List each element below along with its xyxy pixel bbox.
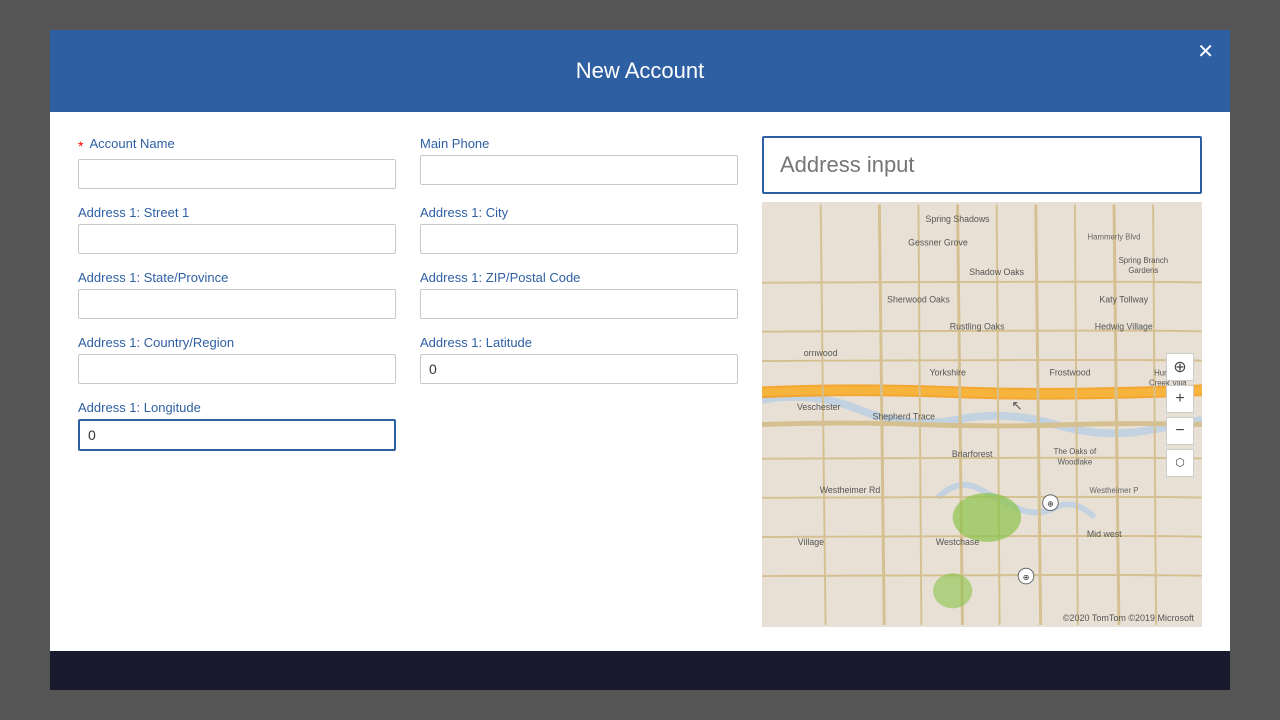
street1-input[interactable] [78,224,396,254]
row-state-zip: Address 1: State/Province Address 1: ZIP… [78,270,738,319]
main-phone-group: Main Phone [420,136,738,189]
map-attribution: ©2020 TomTom ©2019 Microsoft [1063,613,1194,623]
svg-text:Gardens: Gardens [1128,266,1158,275]
svg-text:Shadow Oaks: Shadow Oaks [969,267,1024,277]
country-label: Address 1: Country/Region [78,335,396,350]
svg-text:Village: Village [798,537,824,547]
svg-text:⊕: ⊕ [1023,573,1030,582]
svg-text:Spring Shadows: Spring Shadows [926,214,991,224]
zoom-in-button[interactable]: + [1166,385,1194,413]
longitude-group: Address 1: Longitude [78,400,396,451]
new-account-modal: New Account ✕ * Account Name Main Phone [50,30,1230,690]
svg-text:Hedwig Village: Hedwig Village [1095,322,1153,332]
main-phone-label: Main Phone [420,136,738,151]
svg-text:Veschester: Veschester [797,402,841,412]
city-group: Address 1: City [420,205,738,254]
row-street-city: Address 1: Street 1 Address 1: City [78,205,738,254]
svg-text:Westchase: Westchase [936,537,979,547]
map-settings-button[interactable]: ⬡ [1166,449,1194,477]
svg-text:Hammerly Blvd: Hammerly Blvd [1088,233,1141,242]
close-button[interactable]: ✕ [1197,42,1214,62]
street1-group: Address 1: Street 1 [78,205,396,254]
zoom-out-button[interactable]: − [1166,417,1194,445]
map-controls: ⊕ + − ⬡ [1166,353,1194,477]
state-group: Address 1: State/Province [78,270,396,319]
state-input[interactable] [78,289,396,319]
svg-text:Mid west: Mid west [1087,529,1122,539]
street1-label: Address 1: Street 1 [78,205,396,220]
svg-text:ornwood: ornwood [804,348,838,358]
zip-label: Address 1: ZIP/Postal Code [420,270,738,285]
svg-text:Shepherd Trace: Shepherd Trace [872,412,935,422]
svg-text:Westheimer P: Westheimer P [1090,486,1139,495]
svg-text:Sherwood Oaks: Sherwood Oaks [887,294,950,304]
modal-title: New Account [576,58,704,83]
map-container: ⊕ ⊕ Spring Shadows Gessner Grove Hammerl… [762,202,1202,627]
svg-text:Spring Branch: Spring Branch [1119,256,1169,265]
map-section: ⊕ ⊕ Spring Shadows Gessner Grove Hammerl… [762,136,1202,627]
city-label: Address 1: City [420,205,738,220]
latitude-group: Address 1: Latitude [420,335,738,384]
zip-input[interactable] [420,289,738,319]
svg-text:Rustling Oaks: Rustling Oaks [950,322,1005,332]
modal-header: New Account ✕ [50,30,1230,112]
longitude-label: Address 1: Longitude [78,400,396,415]
zip-group: Address 1: ZIP/Postal Code [420,270,738,319]
address-input[interactable] [762,136,1202,194]
svg-text:Woodlake: Woodlake [1058,458,1093,467]
svg-text:Westheimer Rd: Westheimer Rd [820,485,881,495]
country-input[interactable] [78,354,396,384]
latitude-label: Address 1: Latitude [420,335,738,350]
row-longitude: Address 1: Longitude [78,400,738,451]
longitude-input[interactable] [78,419,396,451]
required-indicator: * [78,138,83,154]
account-name-group: * Account Name [78,136,396,189]
svg-text:⊕: ⊕ [1047,500,1054,509]
svg-text:Gessner Grove: Gessner Grove [908,238,968,248]
account-name-input[interactable] [78,159,396,189]
svg-text:↖: ↖ [1011,398,1022,413]
svg-text:Frostwood: Frostwood [1049,368,1090,378]
state-label: Address 1: State/Province [78,270,396,285]
svg-text:The Oaks of: The Oaks of [1054,447,1097,456]
row-account-phone: * Account Name Main Phone [78,136,738,189]
svg-text:Katy Tollway: Katy Tollway [1099,294,1148,304]
account-name-label: Account Name [89,136,174,151]
main-phone-input[interactable] [420,155,738,185]
modal-body: * Account Name Main Phone Address 1: Str… [50,112,1230,651]
compass-button[interactable]: ⊕ [1166,353,1194,381]
country-group: Address 1: Country/Region [78,335,396,384]
svg-text:Briarforest: Briarforest [952,449,993,459]
form-section: * Account Name Main Phone Address 1: Str… [78,136,738,627]
latitude-input[interactable] [420,354,738,384]
city-input[interactable] [420,224,738,254]
row-country-lat: Address 1: Country/Region Address 1: Lat… [78,335,738,384]
svg-text:Yorkshire: Yorkshire [930,368,966,378]
